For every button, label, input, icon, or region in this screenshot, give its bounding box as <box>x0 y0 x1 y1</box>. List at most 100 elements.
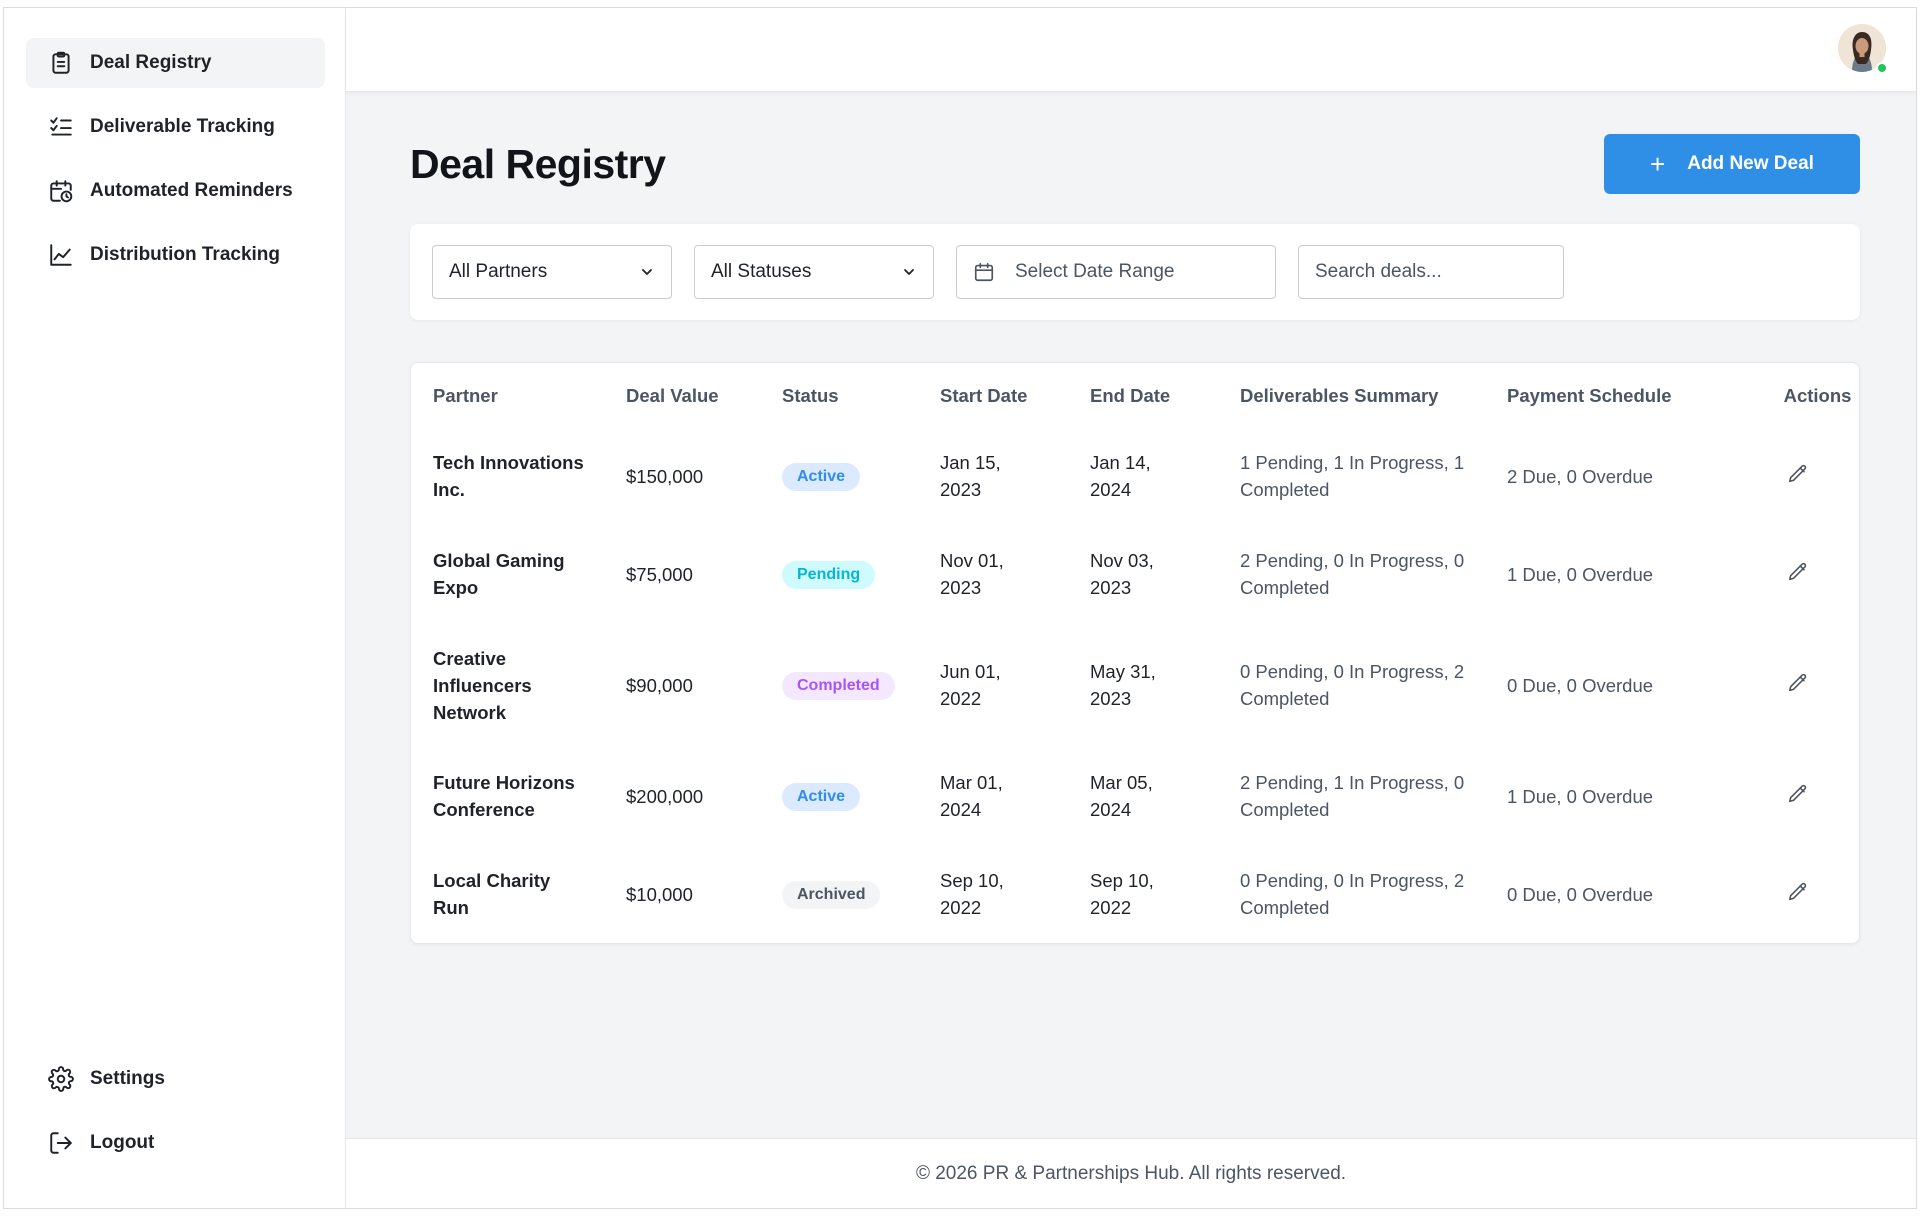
pencil-icon <box>1788 464 1806 483</box>
logout-icon <box>50 1132 72 1154</box>
payment-cell: 1 Due, 0 Overdue <box>1507 785 1654 807</box>
sidebar-item-automated-reminders[interactable]: Automated Reminders <box>26 166 325 216</box>
edit-deal-button[interactable] <box>1784 460 1812 488</box>
column-header[interactable]: Deal Value <box>626 363 782 427</box>
add-new-deal-label: Add New Deal <box>1687 153 1814 174</box>
sidebar-item-label: Logout <box>90 1132 155 1153</box>
deliverables-cell: 0 Pending, 0 In Progress, 2 Completed <box>1240 870 1465 918</box>
pencil-icon <box>1788 562 1806 581</box>
sidebar-item-label: Automated Reminders <box>90 180 293 201</box>
status-cell: Archived <box>782 845 940 943</box>
deal-value-cell: $90,000 <box>626 674 693 696</box>
table-row[interactable]: Local Charity Run $10,000 Archived Sep 1… <box>433 845 1873 943</box>
chevron-down-icon <box>642 269 652 275</box>
sidebar: Deal Registry Deliverable Tracking Autom… <box>4 8 346 1208</box>
table-row[interactable]: Creative Influencers Network $90,000 Com… <box>433 623 1873 747</box>
start-date-cell: Jan 15, 2023 <box>940 452 1001 500</box>
status-badge: Completed <box>782 672 895 700</box>
payment-cell: 0 Due, 0 Overdue <box>1507 674 1654 696</box>
pencil-icon <box>1788 882 1806 901</box>
status-cell: Active <box>782 427 940 525</box>
sidebar-item-logout[interactable]: Logout <box>26 1118 325 1168</box>
date-range-picker[interactable]: Select Date Range <box>956 245 1276 299</box>
actions-cell <box>1734 747 1873 845</box>
sidebar-item-label: Distribution Tracking <box>90 244 281 265</box>
deals-table: Partner Deal Value Status Start Date End… <box>433 363 1873 943</box>
sidebar-nav: Deal Registry Deliverable Tracking Autom… <box>26 38 325 280</box>
sidebar-item-deliverable-tracking[interactable]: Deliverable Tracking <box>26 102 325 152</box>
partner-filter-select[interactable]: All Partners <box>432 245 672 299</box>
payment-cell: 0 Due, 0 Overdue <box>1507 883 1654 905</box>
table-row[interactable]: Tech Innovations Inc. $150,000 Active Ja… <box>433 427 1873 525</box>
status-cell: Active <box>782 747 940 845</box>
end-date-cell: May 31, 2023 <box>1090 661 1156 709</box>
end-date-cell: Jan 14, 2024 <box>1090 452 1151 500</box>
edit-deal-button[interactable] <box>1784 878 1812 906</box>
status-filter-select[interactable]: All Statuses <box>694 245 934 299</box>
sidebar-item-distribution-tracking[interactable]: Distribution Tracking <box>26 230 325 280</box>
calendar-icon <box>974 262 994 282</box>
gear-icon <box>48 1066 74 1092</box>
partner-cell: Creative Influencers Network <box>433 647 532 723</box>
partner-cell: Global Gaming Expo <box>433 550 565 598</box>
column-header[interactable]: Payment Schedule <box>1507 363 1734 427</box>
edit-deal-button[interactable] <box>1784 558 1812 586</box>
clipboard-icon <box>52 51 70 74</box>
status-badge: Active <box>782 783 861 811</box>
column-header[interactable]: Status <box>782 363 940 427</box>
deal-value-cell: $200,000 <box>626 785 704 807</box>
deliverables-cell: 2 Pending, 0 In Progress, 0 Completed <box>1240 550 1465 598</box>
start-date-cell: Jun 01, 2022 <box>940 661 1001 709</box>
deliverables-cell: 1 Pending, 1 In Progress, 1 Completed <box>1240 452 1465 500</box>
status-badge: Archived <box>782 881 881 909</box>
partner-cell: Local Charity Run <box>433 870 551 918</box>
deal-value-cell: $75,000 <box>626 563 693 585</box>
actions-cell <box>1734 845 1873 943</box>
deals-table-card: Partner Deal Value Status Start Date End… <box>410 362 1860 944</box>
online-status-dot <box>1876 62 1888 74</box>
partner-filter-value: All Partners <box>449 261 548 282</box>
end-date-cell: Mar 05, 2024 <box>1090 772 1153 820</box>
add-new-deal-button[interactable]: + Add New Deal <box>1604 134 1860 194</box>
deliverables-cell: 2 Pending, 1 In Progress, 0 Completed <box>1240 772 1465 820</box>
pencil-icon <box>1788 784 1806 803</box>
actions-cell <box>1734 623 1873 747</box>
date-range-label: Select Date Range <box>1015 261 1175 282</box>
column-header[interactable]: Start Date <box>940 363 1090 427</box>
footer: © 2026 PR & Partnerships Hub. All rights… <box>346 1138 1916 1208</box>
deal-value-cell: $10,000 <box>626 883 693 905</box>
sidebar-item-label: Deliverable Tracking <box>90 116 275 137</box>
edit-deal-button[interactable] <box>1784 780 1812 808</box>
sidebar-item-deal-registry[interactable]: Deal Registry <box>26 38 325 88</box>
top-bar <box>346 8 1916 92</box>
column-header[interactable]: Partner <box>433 363 626 427</box>
end-date-cell: Sep 10, 2022 <box>1090 870 1154 918</box>
chevron-down-icon <box>904 269 914 275</box>
sidebar-item-label: Deal Registry <box>90 52 212 73</box>
column-header[interactable]: End Date <box>1090 363 1240 427</box>
deal-value-cell: $150,000 <box>626 465 704 487</box>
payment-cell: 2 Due, 0 Overdue <box>1507 465 1654 487</box>
page-header: Deal Registry + Add New Deal <box>410 134 1860 194</box>
app-window: Deal Registry Deliverable Tracking Autom… <box>3 7 1917 1209</box>
calendar-clock-icon <box>50 180 73 203</box>
sidebar-item-label: Settings <box>90 1068 165 1089</box>
table-row[interactable]: Global Gaming Expo $75,000 Pending Nov 0… <box>433 525 1873 623</box>
partner-cell: Future Horizons Conference <box>433 772 575 820</box>
sidebar-bottom: Settings Logout <box>26 1054 325 1168</box>
column-header[interactable]: Deliverables Summary <box>1240 363 1507 427</box>
partner-cell: Tech Innovations Inc. <box>433 452 584 500</box>
payment-cell: 1 Due, 0 Overdue <box>1507 563 1654 585</box>
sidebar-item-settings[interactable]: Settings <box>26 1054 325 1104</box>
end-date-cell: Nov 03, 2023 <box>1090 550 1154 598</box>
search-input[interactable] <box>1298 245 1564 299</box>
main-area: Deal Registry + Add New Deal All Partner… <box>346 8 1916 1208</box>
edit-deal-button[interactable] <box>1784 669 1812 697</box>
table-row[interactable]: Future Horizons Conference $200,000 Acti… <box>433 747 1873 845</box>
column-header[interactable]: Actions <box>1734 363 1873 427</box>
status-badge: Active <box>782 463 861 491</box>
status-filter-value: All Statuses <box>711 261 812 282</box>
footer-copyright: © 2026 PR & Partnerships Hub. All rights… <box>915 1162 1347 1184</box>
filter-bar: All Partners All Statuses Select Date Ra… <box>410 224 1860 320</box>
status-badge: Pending <box>782 561 876 589</box>
